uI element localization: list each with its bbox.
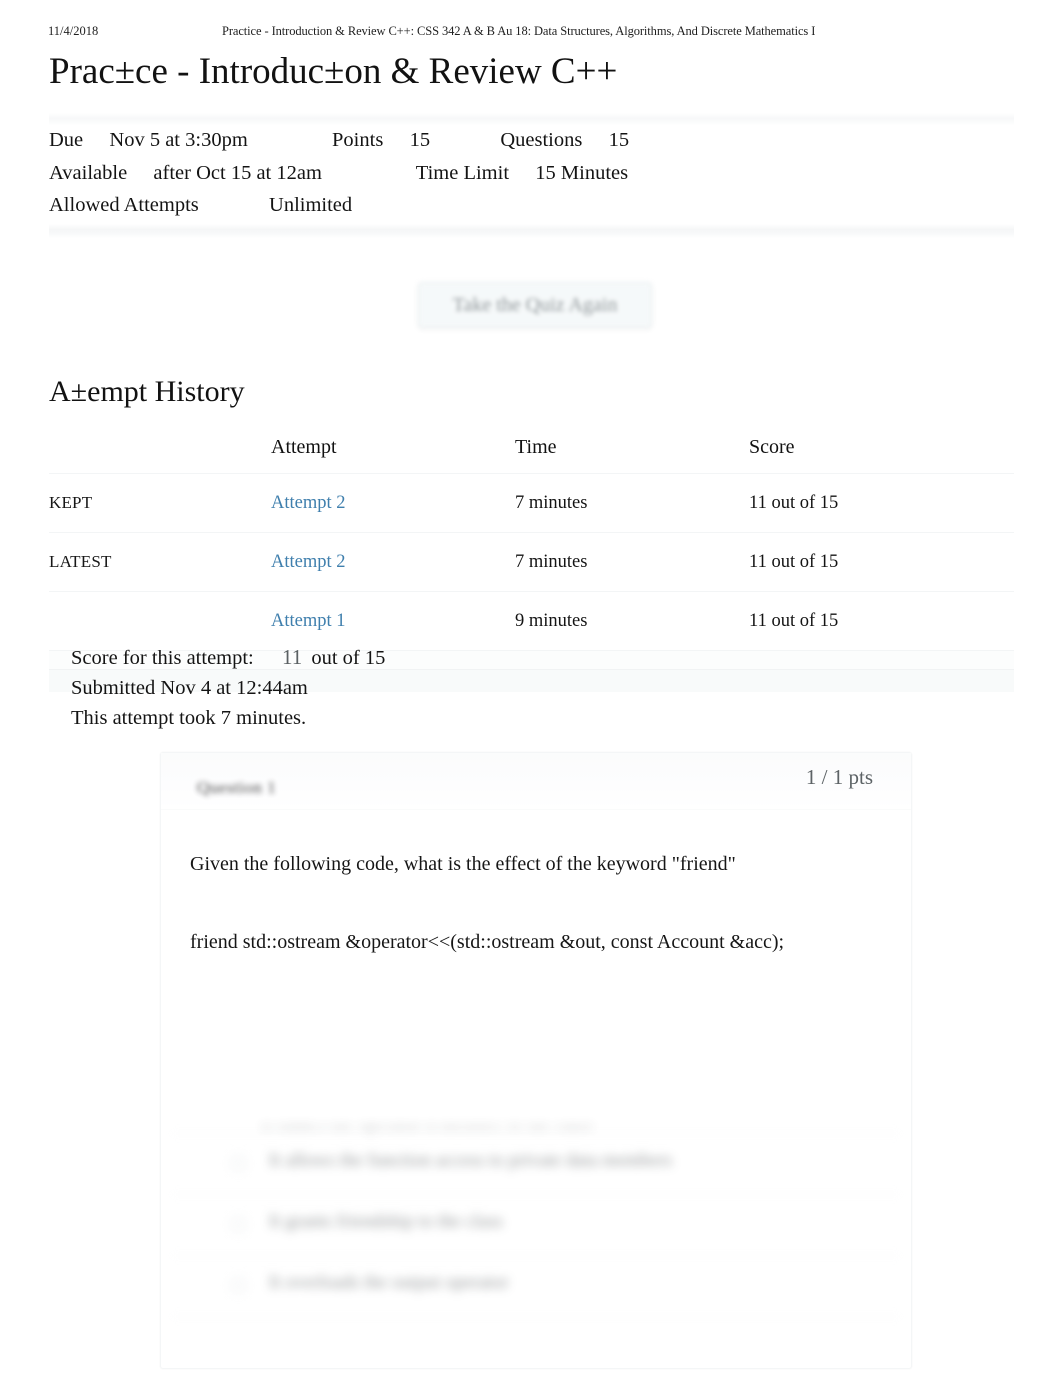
question-prompt: Given the following code, what is the ef…	[190, 853, 736, 875]
table-header-row: Attempt Time Score	[49, 430, 1014, 474]
question-card: Question 1 1 / 1 pts Given the following…	[160, 752, 912, 1369]
attempt-flag: LATEST	[49, 532, 271, 592]
attempt-link-cell[interactable]: Attempt 2	[271, 532, 515, 592]
quiz-meta-row-3: Allowed Attempts Unlimited	[49, 189, 1009, 222]
due-value: Nov 5 at 3:30pm	[109, 129, 248, 151]
available-value: after Oct 15 at 12am	[153, 161, 322, 184]
attempt-link[interactable]: Attempt 2	[271, 493, 346, 513]
time-limit-label: Time Limit	[415, 161, 510, 184]
question-code-snippet: friend std::ostream &operator<<(std::ost…	[190, 931, 785, 953]
take-quiz-again-button[interactable]: Take the Quiz Again	[418, 282, 652, 328]
attempt-link-cell[interactable]: Attempt 2	[271, 473, 515, 533]
score-label: Score for this attempt:	[71, 647, 254, 669]
answer-option-label: It grants friendship to the class	[269, 1211, 503, 1232]
page-title: Prac±ce - Introduc±on & Review C++	[49, 51, 618, 92]
time-limit-value: 15 Minutes	[535, 161, 629, 184]
submitted-line: Submitted Nov 4 at 12:44am	[71, 676, 308, 699]
radio-icon[interactable]	[231, 1156, 246, 1171]
quiz-meta: Due Nov 5 at 3:30pm Points 15 Questions …	[49, 124, 1009, 222]
score-suffix: out of 15	[311, 647, 386, 669]
available-label: Available	[49, 161, 128, 184]
question-body: Given the following code, what is the ef…	[190, 849, 880, 957]
points-value: 15	[409, 129, 431, 151]
answer-option-label: It allows the function access to private…	[269, 1150, 673, 1171]
print-page-title: Practice - Introduction & Review C++: CS…	[222, 24, 816, 38]
col-header-score: Score	[749, 436, 795, 458]
attempt-score: 11 out of 15	[749, 532, 1014, 592]
radio-icon[interactable]	[231, 1278, 246, 1293]
print-header: 11/4/2018 Practice - Introduction & Revi…	[0, 24, 1062, 42]
radio-icon[interactable]	[231, 1217, 246, 1232]
attempt-history-heading: A±empt History	[49, 375, 245, 408]
score-for-attempt-line: Score for this attempt: 11 out of 15	[71, 642, 871, 673]
attempt-summary: Score for this attempt: 11 out of 15 Sub…	[71, 642, 871, 734]
quiz-meta-row-1: Due Nov 5 at 3:30pm Points 15 Questions …	[49, 124, 1009, 157]
answer-option-label: It overloads the output operator	[269, 1272, 509, 1293]
attempt-link[interactable]: Attempt 1	[271, 611, 346, 631]
due-label: Due	[49, 129, 84, 151]
attempt-link[interactable]: Attempt 2	[271, 552, 346, 572]
questions-value: 15	[608, 129, 630, 151]
col-header-flag	[49, 430, 271, 474]
allowed-attempts-label: Allowed Attempts	[49, 194, 199, 216]
attempt-time: 7 minutes	[515, 473, 749, 533]
table-row: LATEST Attempt 2 7 minutes 11 out of 15	[49, 532, 1014, 592]
attempt-flag: KEPT	[49, 473, 271, 533]
answer-option[interactable]: It allows the function access to private…	[169, 1133, 903, 1195]
col-header-attempt: Attempt	[271, 436, 337, 458]
allowed-attempts-value: Unlimited	[269, 194, 353, 216]
print-date: 11/4/2018	[48, 24, 99, 38]
table-row: KEPT Attempt 2 7 minutes 11 out of 15	[49, 473, 1014, 533]
questions-label: Questions	[500, 129, 583, 151]
duration-line: This attempt took 7 minutes.	[71, 707, 307, 729]
attempt-score: 11 out of 15	[749, 473, 1014, 533]
answer-option[interactable]: It grants friendship to the class	[169, 1195, 903, 1256]
score-value: 11	[282, 645, 303, 669]
question-header: Question 1 1 / 1 pts	[161, 753, 911, 810]
quiz-meta-row-2: Available after Oct 15 at 12am Time Limi…	[49, 157, 1009, 190]
retake-button-wrapper: Take the Quiz Again	[404, 272, 666, 338]
points-label: Points	[332, 129, 384, 151]
answer-options-list: It allows the function access to private…	[169, 1133, 903, 1317]
question-label: Question 1	[197, 778, 277, 797]
answer-option[interactable]: It overloads the output operator	[169, 1256, 903, 1317]
quiz-meta-bottom-band	[49, 224, 1014, 238]
col-header-time: Time	[515, 436, 557, 458]
question-points: 1 / 1 pts	[805, 765, 873, 789]
attempt-time: 7 minutes	[515, 532, 749, 592]
